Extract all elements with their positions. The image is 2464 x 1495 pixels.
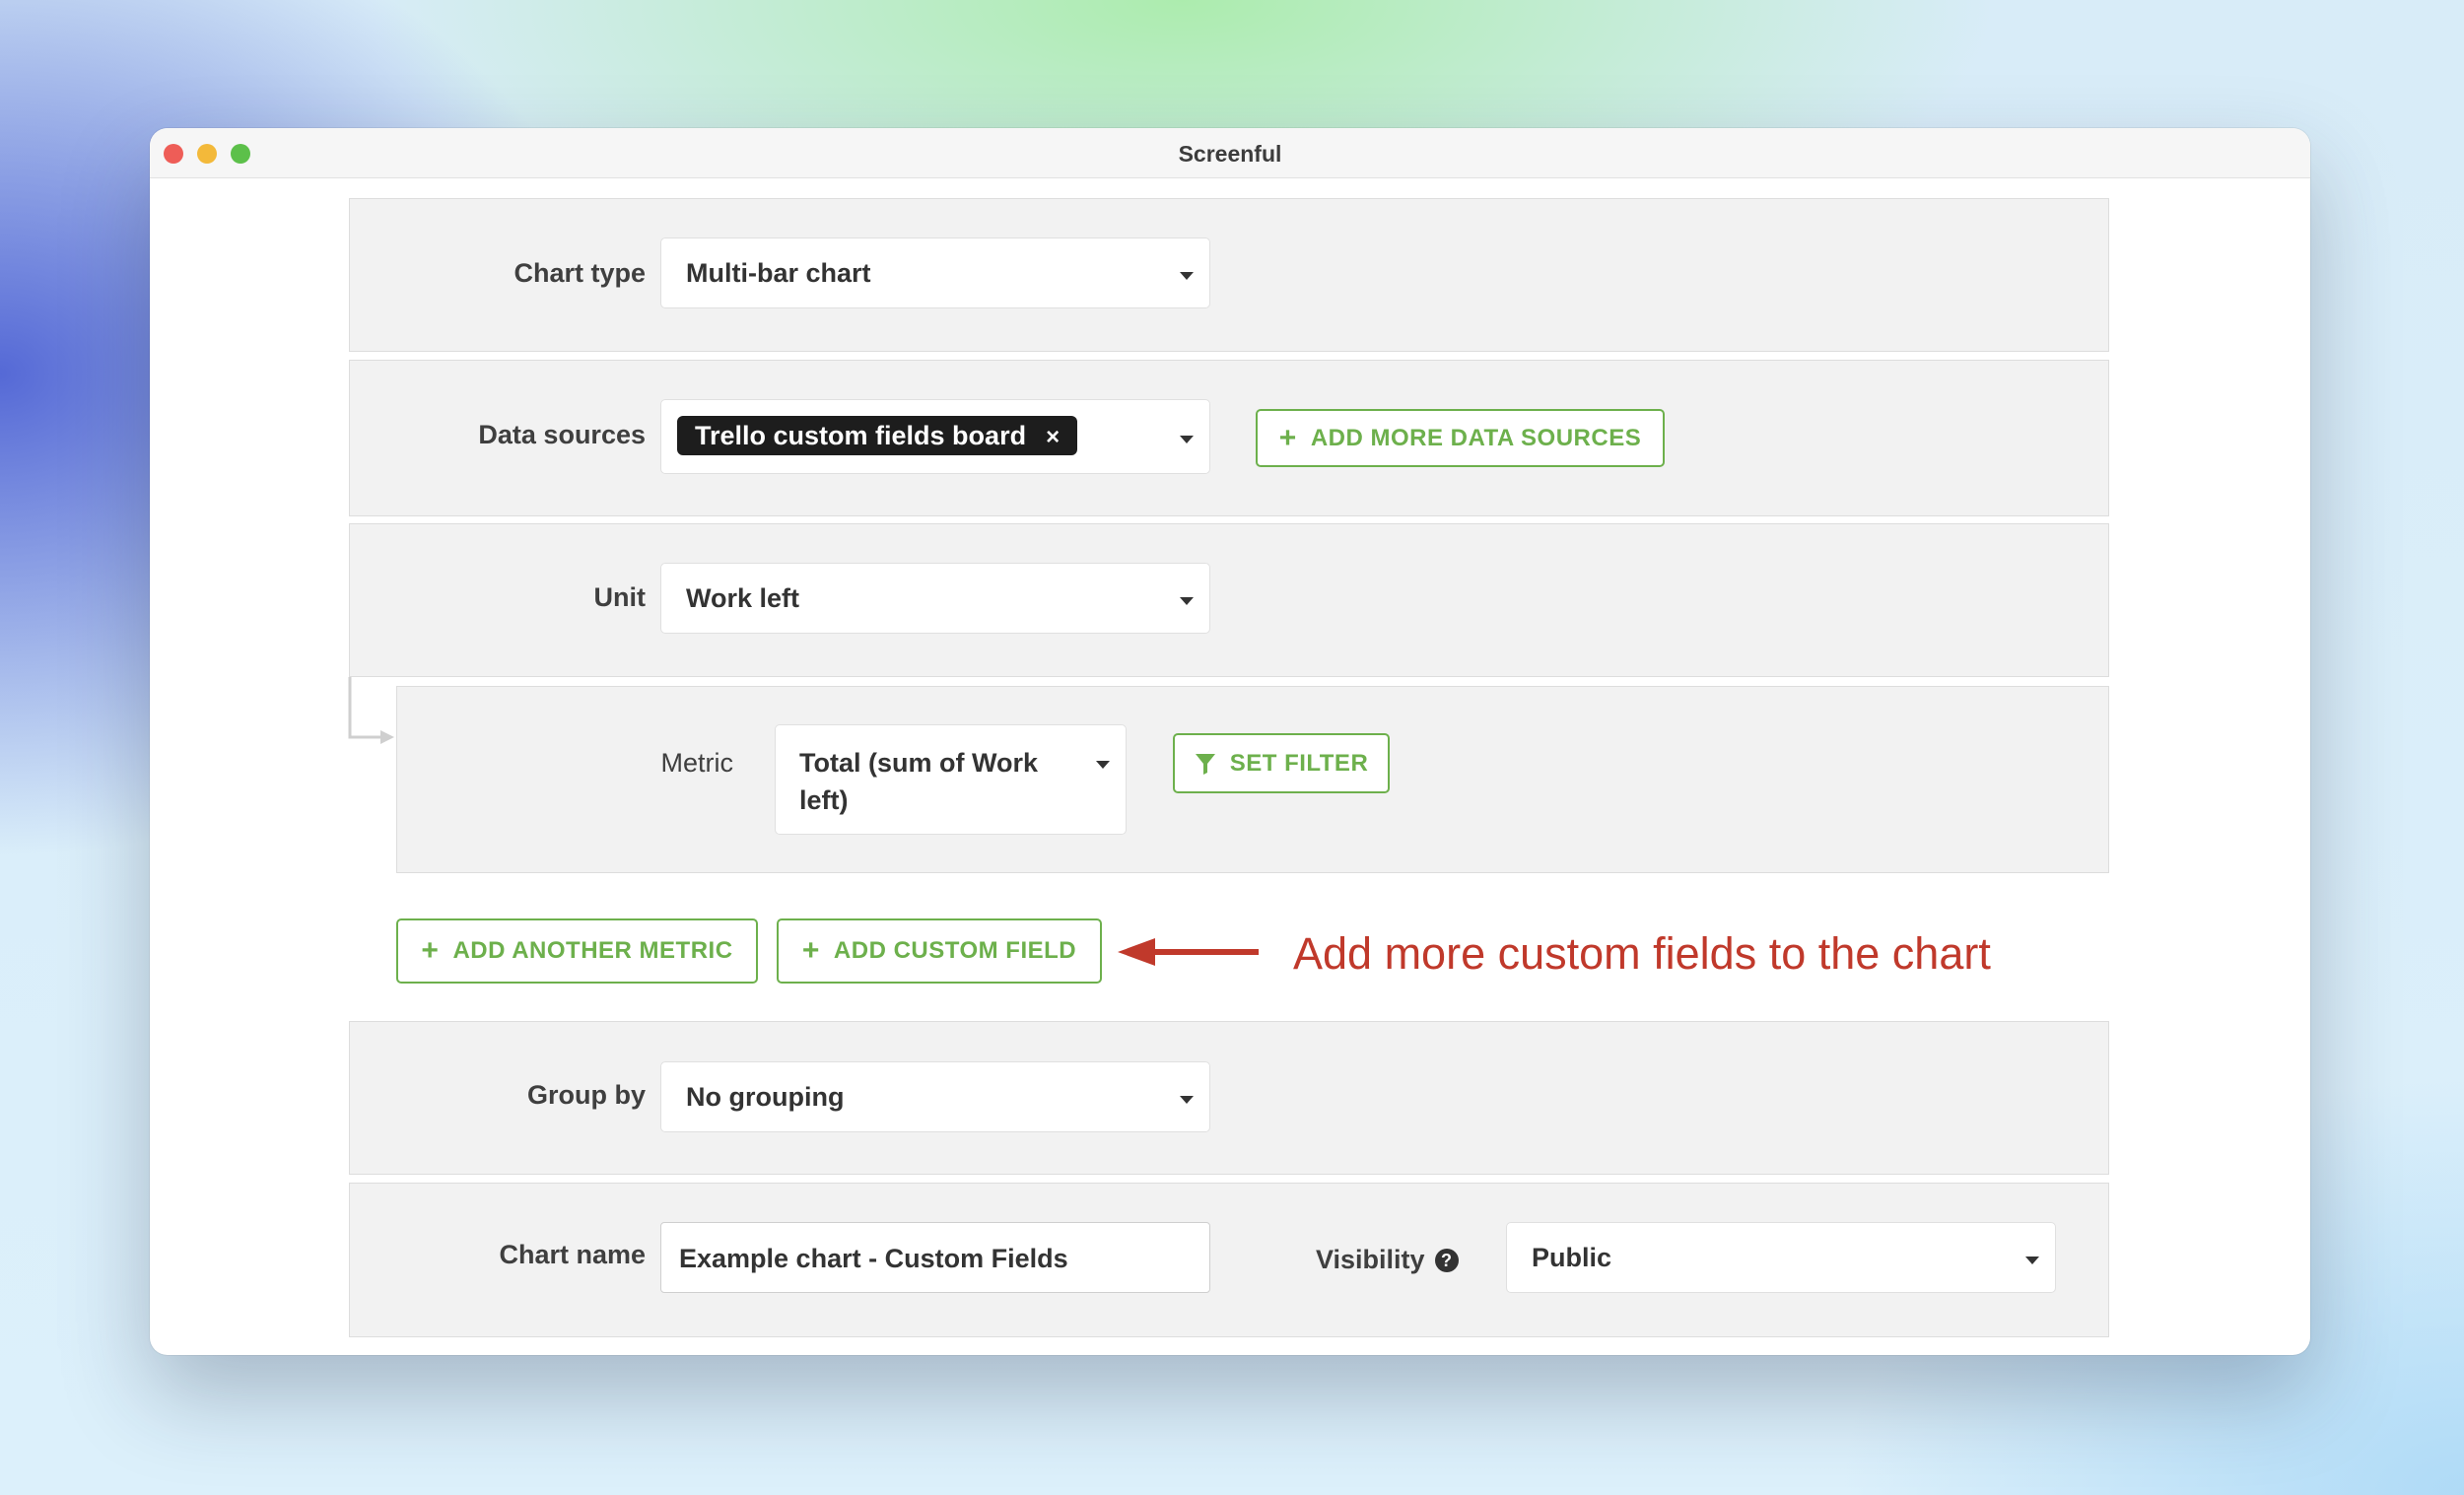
metric-value: Total (sum of Work left) (799, 744, 1038, 819)
unit-label: Unit (593, 582, 646, 612)
chart-name-label: Chart name (499, 1240, 646, 1269)
chart-name-value: Example chart - Custom Fields (679, 1244, 1068, 1273)
group-by-section: Group by No grouping (349, 1021, 2109, 1175)
connector-arrow-icon (348, 677, 394, 744)
chart-type-section: Chart type Multi-bar chart (349, 198, 2109, 352)
add-more-data-sources-label: ADD MORE DATA SOURCES (1310, 424, 1642, 451)
metric-value-line1: Total (sum of Work (799, 748, 1038, 778)
visibility-select[interactable]: Public (1506, 1222, 2056, 1293)
data-source-tag-label: Trello custom fields board (695, 421, 1027, 450)
plus-icon: + (1278, 421, 1297, 454)
help-icon[interactable]: ? (1434, 1249, 1459, 1272)
metric-value-line2: left) (799, 785, 849, 815)
chart-name-section: Chart name Example chart - Custom Fields… (349, 1183, 2109, 1337)
chart-name-input[interactable]: Example chart - Custom Fields (660, 1222, 1210, 1293)
filter-icon (1195, 753, 1215, 775)
metric-section: Metric Total (sum of Work left) SET FILT… (396, 686, 2109, 873)
chart-type-value: Multi-bar chart (686, 258, 871, 288)
visibility-label: Visibility? (1316, 1245, 1459, 1275)
annotation-text: Add more custom fields to the chart (1293, 928, 1991, 979)
add-another-metric-label: ADD ANOTHER METRIC (452, 937, 733, 964)
chevron-down-icon (1180, 272, 1194, 280)
chevron-down-icon (1180, 436, 1194, 443)
chevron-down-icon (1096, 761, 1110, 769)
chart-type-select[interactable]: Multi-bar chart (660, 238, 1210, 308)
plus-icon: + (801, 934, 820, 967)
unit-section: Unit Work left (349, 523, 2109, 677)
add-custom-field-label: ADD CUSTOM FIELD (833, 937, 1077, 964)
annotation-arrow-icon (1118, 938, 1259, 966)
chart-type-label: Chart type (513, 258, 646, 288)
group-by-select[interactable]: No grouping (660, 1061, 1210, 1132)
metric-label: Metric (660, 748, 734, 778)
data-source-tag: Trello custom fields board × (677, 416, 1078, 457)
data-sources-select[interactable]: Trello custom fields board × (660, 399, 1210, 474)
remove-tag-icon[interactable]: × (1046, 418, 1060, 457)
unit-value: Work left (686, 583, 800, 613)
add-another-metric-button[interactable]: + ADD ANOTHER METRIC (396, 918, 758, 984)
visibility-value: Public (1532, 1243, 1612, 1272)
app-window: Screenful Chart type Multi-bar chart Dat… (150, 128, 2310, 1355)
data-sources-section: Data sources Trello custom fields board ×… (349, 360, 2109, 516)
chevron-down-icon (1180, 597, 1194, 605)
chevron-down-icon (2025, 1257, 2039, 1264)
chevron-down-icon (1180, 1096, 1194, 1104)
visibility-label-text: Visibility (1316, 1245, 1425, 1274)
group-by-label: Group by (527, 1080, 646, 1110)
title-bar: Screenful (150, 128, 2310, 178)
unit-select[interactable]: Work left (660, 563, 1210, 634)
plus-icon: + (421, 934, 440, 967)
window-title: Screenful (1178, 141, 1282, 167)
add-more-data-sources-button[interactable]: + ADD MORE DATA SOURCES (1256, 409, 1665, 467)
set-filter-button[interactable]: SET FILTER (1173, 733, 1390, 793)
data-sources-label: Data sources (478, 420, 646, 449)
set-filter-label: SET FILTER (1229, 749, 1369, 777)
metric-select[interactable]: Total (sum of Work left) (775, 724, 1127, 835)
group-by-value: No grouping (686, 1082, 845, 1112)
add-custom-field-button[interactable]: + ADD CUSTOM FIELD (777, 918, 1102, 984)
